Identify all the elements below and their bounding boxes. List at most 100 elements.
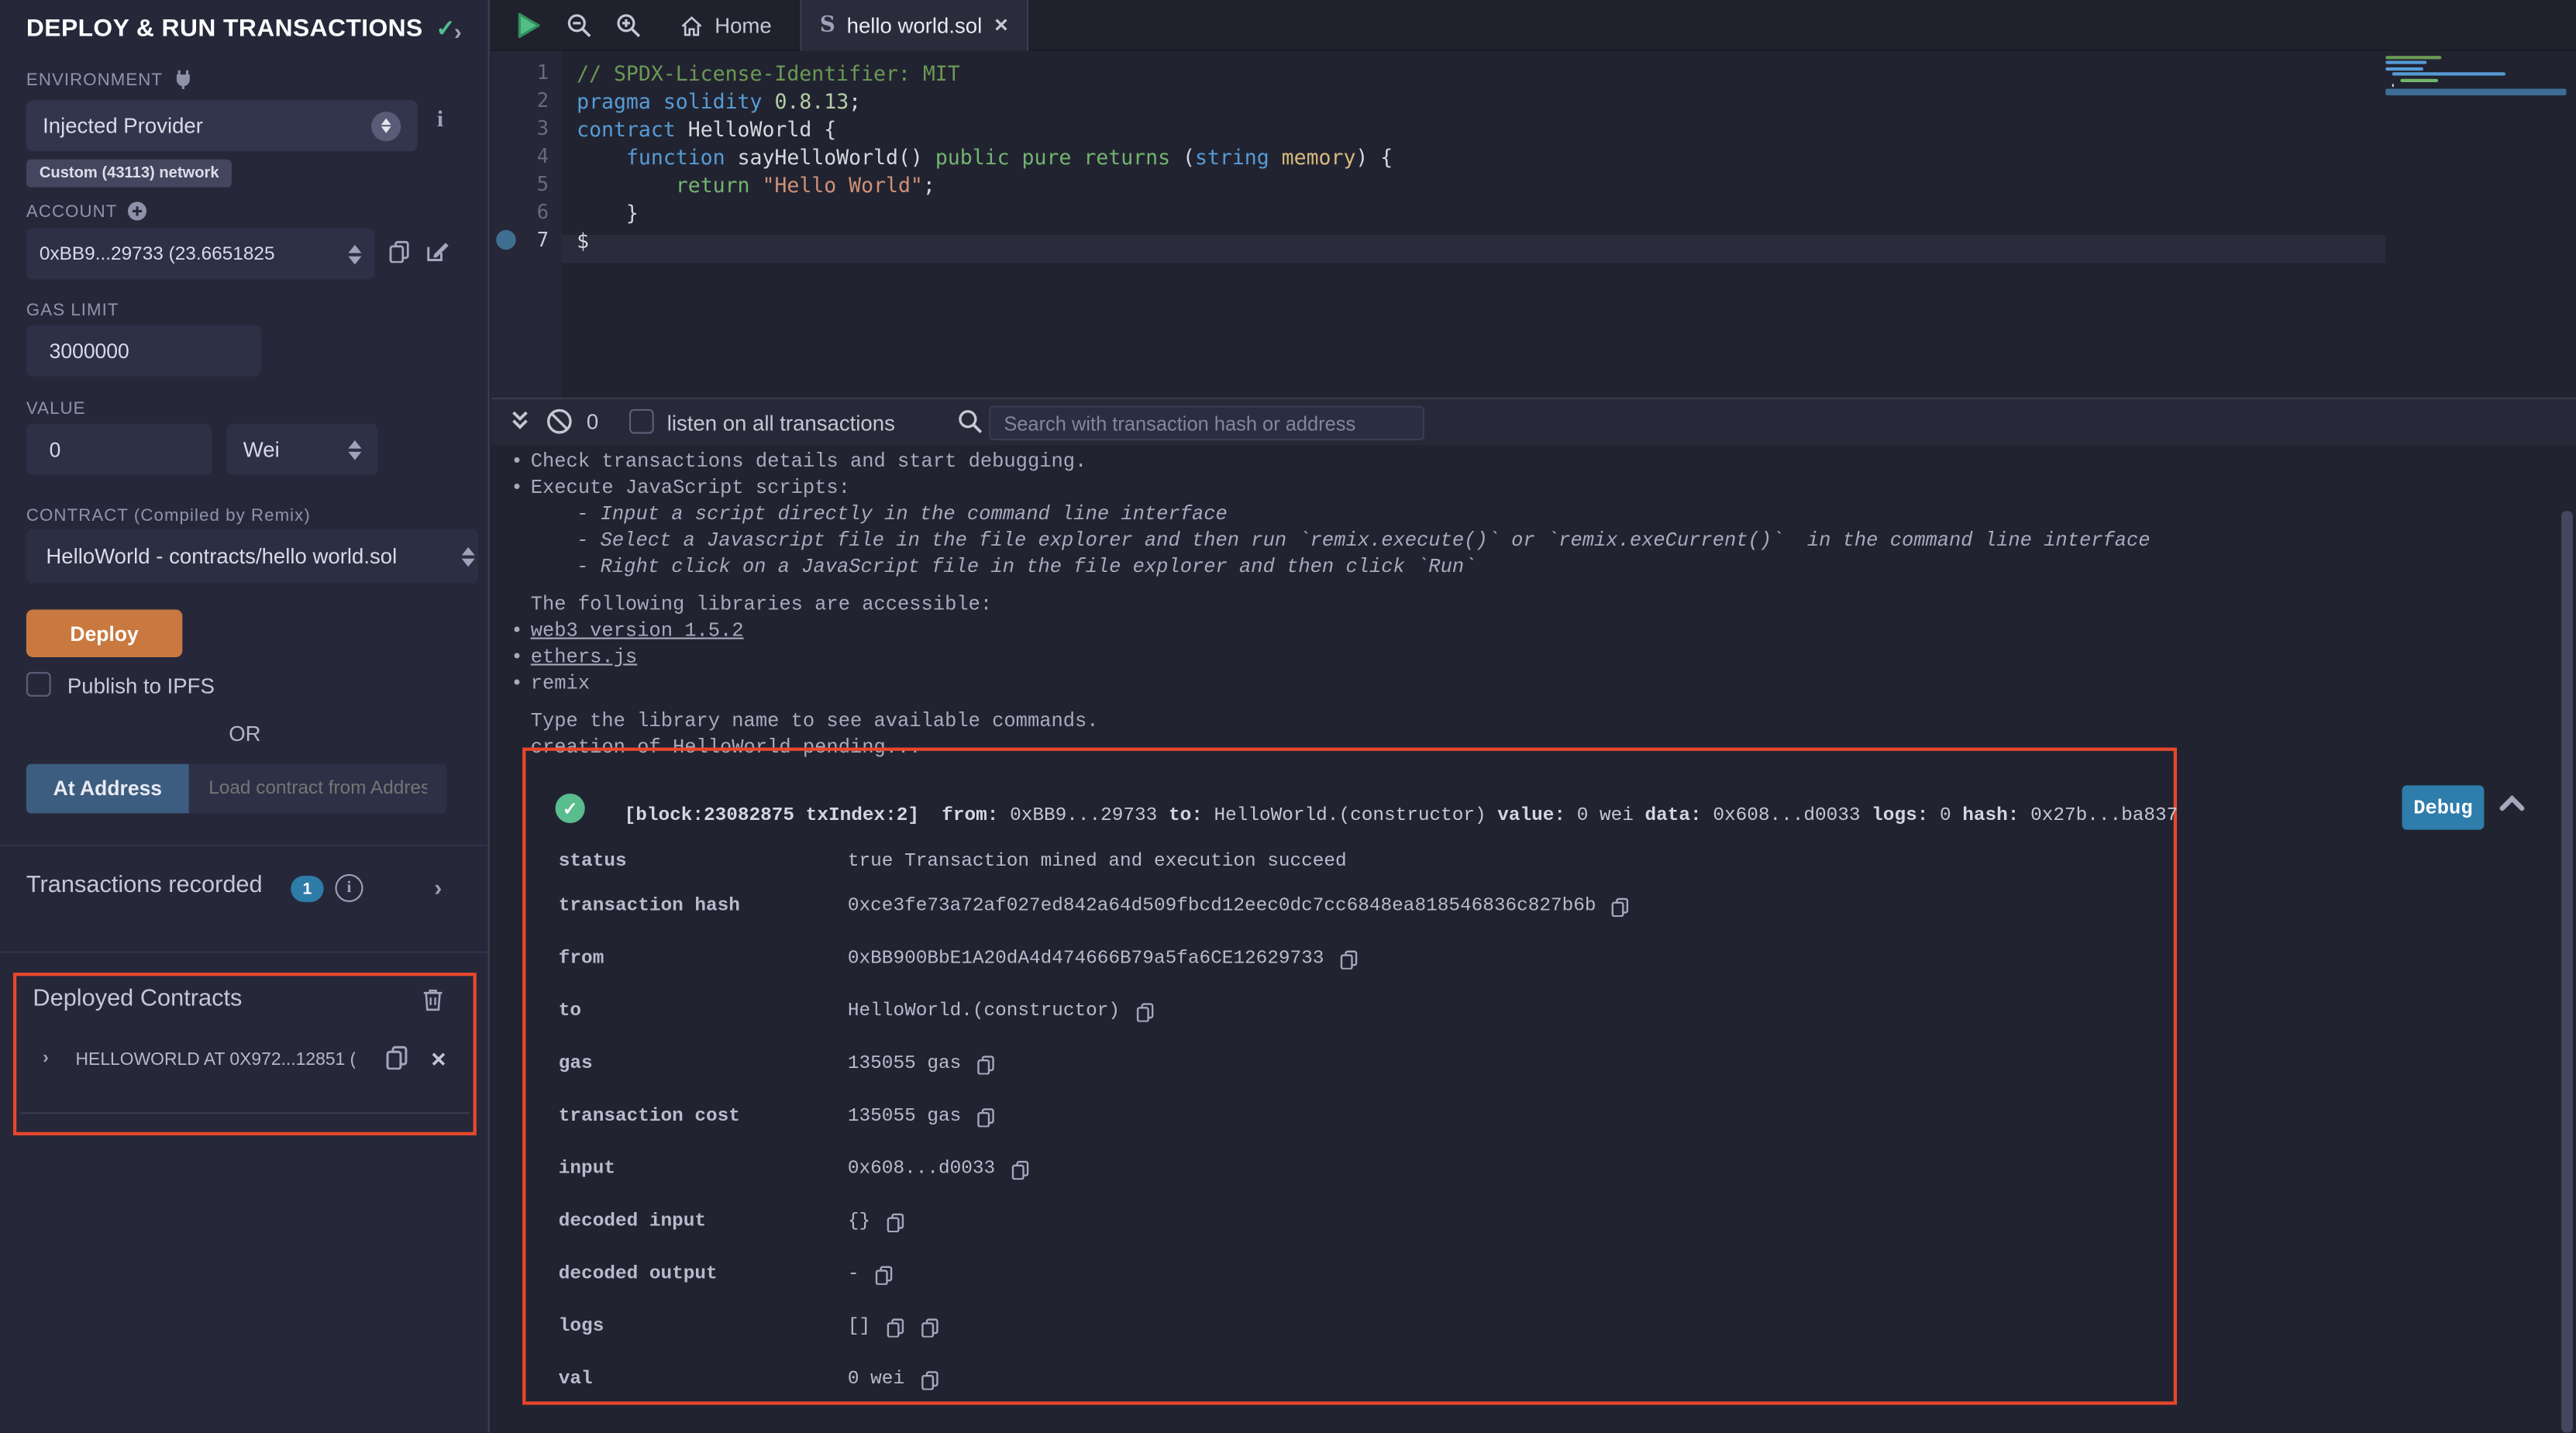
tx-row-value: 135055 gas (848, 1053, 961, 1075)
deployed-contracts-title: Deployed Contracts (33, 986, 242, 1012)
line-number[interactable]: 6 (491, 199, 562, 227)
value-input[interactable] (46, 436, 192, 463)
copy-icon[interactable] (919, 1369, 938, 1389)
pending-tx-count: 0 (587, 409, 598, 434)
tx-row-label: to (559, 1001, 581, 1022)
collapse-tx-chevron[interactable] (2499, 792, 2526, 822)
tx-row: from0xBB900BbE1A20dA4d474666B79a5fa6CE12… (525, 948, 2173, 974)
account-stepper-icon[interactable] (348, 244, 361, 264)
account-select[interactable]: 0xBB9...29733 (23.6651825 (26, 229, 374, 280)
remove-contract-icon[interactable]: ✕ (430, 1049, 446, 1072)
environment-select[interactable]: Injected Provider (26, 100, 418, 151)
listen-transactions-checkbox[interactable] (629, 409, 654, 434)
minimap-line (2385, 61, 2427, 64)
line-number[interactable]: 3 (491, 115, 562, 143)
tx-success-check-icon: ✓ (556, 794, 585, 823)
transactions-expand-chevron[interactable]: › (434, 874, 442, 901)
terminal-search-input[interactable] (989, 406, 1424, 441)
line-number[interactable]: 2 (491, 87, 562, 115)
transactions-info-icon[interactable]: i (335, 874, 363, 902)
tab-home-label: Home (715, 13, 772, 38)
value-label: VALUE (26, 399, 86, 419)
compiled-check-icon: ✓ (436, 15, 456, 43)
copy-icon[interactable] (920, 1317, 939, 1336)
copy-icon[interactable] (976, 1054, 995, 1073)
copy-icon[interactable] (1135, 1001, 1154, 1021)
tx-summary-line[interactable]: [block:23082875 txIndex:2] from: 0xBB9..… (625, 805, 2178, 827)
code-line[interactable]: } (577, 199, 2385, 227)
deploy-button[interactable]: Deploy (26, 610, 182, 657)
edit-account-icon[interactable] (425, 240, 449, 271)
minimap[interactable] (2385, 56, 2566, 98)
line-number[interactable]: 5 (491, 171, 562, 198)
expand-terminal-icon[interactable] (509, 408, 531, 443)
network-badge: Custom (43113) network (26, 160, 232, 188)
editor-tab-bar: Home S hello world.sol ✕ (491, 0, 2576, 51)
breakpoint-dot[interactable] (496, 230, 515, 250)
environment-info-icon[interactable]: i (437, 109, 443, 135)
value-unit: Wei (243, 437, 280, 462)
listen-transactions-label: listen on all transactions (667, 411, 895, 436)
terminal-log-line: •Execute JavaScript scripts: (491, 475, 2576, 501)
code-editor[interactable]: 1234567 // SPDX-License-Identifier: MITp… (491, 51, 2576, 398)
panel-title: DEPLOY & RUN TRANSACTIONS (26, 15, 423, 43)
copy-contract-icon[interactable] (384, 1045, 409, 1077)
code-line[interactable]: return "Hello World"; (577, 171, 2385, 198)
tab-file[interactable]: S hello world.sol ✕ (800, 0, 1028, 51)
contract-expand-chevron[interactable]: › (43, 1049, 49, 1068)
terminal-log-line: - Input a script directly in the command… (491, 501, 2576, 528)
zoom-in-icon[interactable] (616, 13, 641, 46)
code-line[interactable]: contract HelloWorld { (577, 115, 2385, 143)
minimap-line (2385, 67, 2423, 70)
add-account-icon[interactable] (127, 201, 149, 222)
tx-row-value: true Transaction mined and execution suc… (848, 851, 1347, 873)
tx-row-value: 0xce3fe73a72af027ed842a64d509fbcd12eec0d… (848, 895, 1596, 917)
home-icon (680, 14, 704, 37)
tab-file-label: hello world.sol (847, 13, 983, 38)
contract-select[interactable]: HelloWorld - contracts/hello world.sol (26, 529, 478, 584)
clear-console-icon[interactable] (546, 408, 573, 444)
tab-home[interactable]: Home (662, 0, 790, 51)
copy-account-icon[interactable] (387, 240, 411, 271)
code-line[interactable]: $ (577, 227, 2385, 255)
copy-icon[interactable] (885, 1211, 904, 1231)
copy-icon[interactable] (885, 1317, 904, 1336)
value-unit-select[interactable]: Wei (227, 424, 378, 475)
copy-icon[interactable] (1339, 949, 1359, 968)
tx-row: decoded input{} (525, 1211, 2173, 1237)
plug-icon (173, 69, 195, 91)
copy-icon[interactable] (1010, 1159, 1029, 1179)
unit-stepper-icon[interactable] (348, 439, 361, 459)
contract-stepper-icon[interactable] (462, 546, 475, 566)
tx-row-label: input (559, 1159, 615, 1180)
tab-close-icon[interactable]: ✕ (994, 15, 1009, 36)
trash-icon[interactable] (422, 987, 444, 1020)
copy-icon[interactable] (874, 1264, 894, 1283)
panel-collapse-chevron[interactable]: › (454, 18, 462, 44)
terminal-scrollbar[interactable] (2561, 511, 2573, 1432)
copy-icon[interactable] (1611, 896, 1631, 915)
terminal-link-line[interactable]: •ethers.js (491, 644, 2576, 670)
code-line[interactable]: // SPDX-License-Identifier: MIT (577, 59, 2385, 87)
panel-divider-2 (0, 951, 488, 952)
code-line[interactable]: function sayHelloWorld() public pure ret… (577, 143, 2385, 171)
tx-row: transaction cost135055 gas (525, 1106, 2173, 1132)
deployed-contract-item[interactable]: HELLOWORLD AT 0X972...12851 (B (76, 1050, 355, 1070)
code-line[interactable]: pragma solidity 0.8.13; (577, 87, 2385, 115)
gas-limit-input[interactable] (46, 338, 241, 364)
line-number[interactable]: 1 (491, 59, 562, 87)
publish-ipfs-checkbox[interactable] (26, 672, 51, 697)
terminal: 0 listen on all transactions •Check tran… (491, 398, 2576, 1433)
run-script-icon[interactable] (515, 12, 542, 48)
environment-stepper-icon[interactable] (371, 111, 401, 140)
terminal-link-line[interactable]: •web3 version 1.5.2 (491, 618, 2576, 644)
line-number[interactable]: 4 (491, 143, 562, 171)
debug-button[interactable]: Debug (2402, 785, 2484, 829)
zoom-out-icon[interactable] (567, 13, 591, 46)
transactions-recorded-label: Transactions recorded (26, 873, 263, 899)
terminal-log: •Check transactions details and start de… (491, 449, 2576, 761)
copy-icon[interactable] (976, 1107, 995, 1126)
at-address-input[interactable] (205, 777, 430, 801)
tx-row-label: transaction hash (559, 895, 740, 917)
at-address-button[interactable]: At Address (26, 764, 189, 814)
